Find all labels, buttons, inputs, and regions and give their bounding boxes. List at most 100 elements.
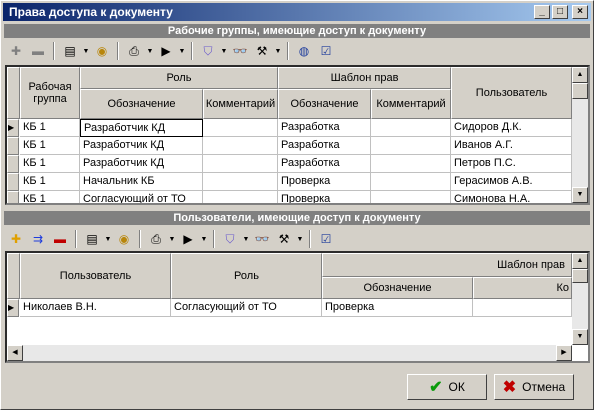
table-cell[interactable]: Проверка xyxy=(322,299,473,317)
table-cell[interactable] xyxy=(203,155,278,173)
cancel-button[interactable]: ✖ Отмена xyxy=(494,374,574,400)
table-cell[interactable]: Разработчик КД xyxy=(80,155,203,173)
row-indicator[interactable] xyxy=(7,155,19,173)
tools-icon[interactable]: ⚒ xyxy=(274,229,294,249)
delete-icon[interactable]: ▬ xyxy=(50,229,70,249)
play-icon[interactable]: ▶ xyxy=(156,41,176,61)
table-cell[interactable]: Разработка xyxy=(278,119,371,137)
close-button[interactable]: × xyxy=(572,5,588,19)
row-indicator[interactable] xyxy=(7,173,19,191)
col-header-user[interactable]: Пользователь xyxy=(451,67,572,119)
table-cell[interactable]: Разработка xyxy=(278,155,371,173)
table-cell[interactable]: Согласующий от ТО xyxy=(80,191,203,203)
table-cell[interactable]: КБ 1 xyxy=(20,191,80,203)
scroll-thumb[interactable] xyxy=(572,269,588,283)
table-cell[interactable]: Проверка xyxy=(278,173,371,191)
vertical-scrollbar[interactable]: ▲ ▼ xyxy=(572,253,588,345)
table-cell[interactable]: Симонова Н.А. xyxy=(451,191,572,203)
play-icon[interactable]: ▶ xyxy=(178,229,198,249)
table-cell[interactable] xyxy=(203,173,278,191)
col-header-role-comment[interactable]: Комментарий xyxy=(203,89,278,119)
chevron-down-icon[interactable]: ▼ xyxy=(168,236,176,243)
table-cell[interactable]: Начальник КБ xyxy=(80,173,203,191)
binoculars-icon[interactable]: 👓 xyxy=(230,41,250,61)
table-cell[interactable] xyxy=(371,119,451,137)
add-icon[interactable]: ✚ xyxy=(6,229,26,249)
properties-icon[interactable]: ◉ xyxy=(114,229,134,249)
table-cell[interactable]: Проверка xyxy=(278,191,371,203)
filter-icon[interactable]: ⛉ xyxy=(198,41,218,61)
add-icon[interactable]: ✚ xyxy=(6,41,26,61)
table-cell[interactable] xyxy=(371,137,451,155)
chevron-down-icon[interactable]: ▼ xyxy=(220,48,228,55)
table-cell[interactable] xyxy=(203,137,278,155)
scroll-up-icon[interactable]: ▲ xyxy=(572,253,588,269)
col-header-tpl-comment[interactable]: Ко xyxy=(473,277,572,299)
col-header-tpl-code[interactable]: Обозначение xyxy=(322,277,473,299)
table-cell[interactable] xyxy=(473,299,572,317)
ok-button[interactable]: ✔ ОК xyxy=(407,374,487,400)
row-indicator[interactable]: ▶ xyxy=(7,119,19,137)
table-cell[interactable] xyxy=(371,155,451,173)
chevron-down-icon[interactable]: ▼ xyxy=(242,236,250,243)
table-cell[interactable] xyxy=(203,191,278,203)
table-cell[interactable]: КБ 1 xyxy=(20,173,80,191)
tools-icon[interactable]: ⚒ xyxy=(252,41,272,61)
chevron-down-icon[interactable]: ▼ xyxy=(104,236,112,243)
minimize-button[interactable]: _ xyxy=(534,5,550,19)
scroll-up-icon[interactable]: ▲ xyxy=(572,67,588,83)
table-cell[interactable]: Николаев В.Н. xyxy=(20,299,171,317)
table-cell[interactable] xyxy=(203,119,278,137)
table-cell[interactable]: Сидоров Д.К. xyxy=(451,119,572,137)
globe-icon[interactable]: ◍ xyxy=(294,41,314,61)
table-cell[interactable]: Петров П.С. xyxy=(451,155,572,173)
binoculars-icon[interactable]: 👓 xyxy=(252,229,272,249)
col-header-role-code[interactable]: Обозначение xyxy=(80,89,203,119)
check-list-icon[interactable]: ☑ xyxy=(316,41,336,61)
maximize-button[interactable]: □ xyxy=(552,5,568,19)
document-icon[interactable]: ▤ xyxy=(82,229,102,249)
col-header-tpl-comment[interactable]: Комментарий xyxy=(371,89,451,119)
col-header-template: Шаблон прав xyxy=(322,253,572,277)
scroll-thumb[interactable] xyxy=(572,83,588,99)
col-header-tpl-code[interactable]: Обозначение xyxy=(278,89,371,119)
vertical-scrollbar[interactable]: ▲ ▼ xyxy=(572,67,588,203)
check-list-icon[interactable]: ☑ xyxy=(316,229,336,249)
row-indicator[interactable] xyxy=(7,191,19,203)
print-icon[interactable]: ⎙ xyxy=(146,229,166,249)
chevron-down-icon[interactable]: ▼ xyxy=(274,48,282,55)
add-group-icon[interactable]: ⇉ xyxy=(28,229,48,249)
chevron-down-icon[interactable]: ▼ xyxy=(200,236,208,243)
table-cell[interactable]: Разработчик КД xyxy=(80,119,203,137)
table-cell[interactable]: Иванов А.Г. xyxy=(451,137,572,155)
workgroups-section-title: Рабочие группы, имеющие доступ к докумен… xyxy=(4,24,590,38)
filter-icon[interactable]: ⛉ xyxy=(220,229,240,249)
scroll-down-icon[interactable]: ▼ xyxy=(572,187,588,203)
row-indicator[interactable]: ▶ xyxy=(7,299,19,317)
chevron-down-icon[interactable]: ▼ xyxy=(146,48,154,55)
col-header-user[interactable]: Пользователь xyxy=(20,253,171,299)
table-cell[interactable]: КБ 1 xyxy=(20,137,80,155)
row-indicator[interactable] xyxy=(7,137,19,155)
table-cell[interactable] xyxy=(371,173,451,191)
chevron-down-icon[interactable]: ▼ xyxy=(178,48,186,55)
properties-icon[interactable]: ◉ xyxy=(92,41,112,61)
col-header-role[interactable]: Роль xyxy=(171,253,322,299)
horizontal-scrollbar[interactable]: ◀ ▶ xyxy=(7,345,572,361)
table-cell[interactable]: Согласующий от ТО xyxy=(171,299,322,317)
delete-icon[interactable]: ▬ xyxy=(28,41,48,61)
table-cell[interactable]: Разработка xyxy=(278,137,371,155)
table-cell[interactable]: Разработчик КД xyxy=(80,137,203,155)
col-header-group[interactable]: Рабочая группа xyxy=(20,67,80,119)
scroll-right-icon[interactable]: ▶ xyxy=(556,345,572,361)
table-cell[interactable]: КБ 1 xyxy=(20,155,80,173)
table-cell[interactable]: КБ 1 xyxy=(20,119,80,137)
table-cell[interactable] xyxy=(371,191,451,203)
scroll-left-icon[interactable]: ◀ xyxy=(7,345,23,361)
chevron-down-icon[interactable]: ▼ xyxy=(82,48,90,55)
table-cell[interactable]: Герасимов А.В. xyxy=(451,173,572,191)
print-icon[interactable]: ⎙ xyxy=(124,41,144,61)
chevron-down-icon[interactable]: ▼ xyxy=(296,236,304,243)
scroll-down-icon[interactable]: ▼ xyxy=(572,329,588,345)
document-icon[interactable]: ▤ xyxy=(60,41,80,61)
